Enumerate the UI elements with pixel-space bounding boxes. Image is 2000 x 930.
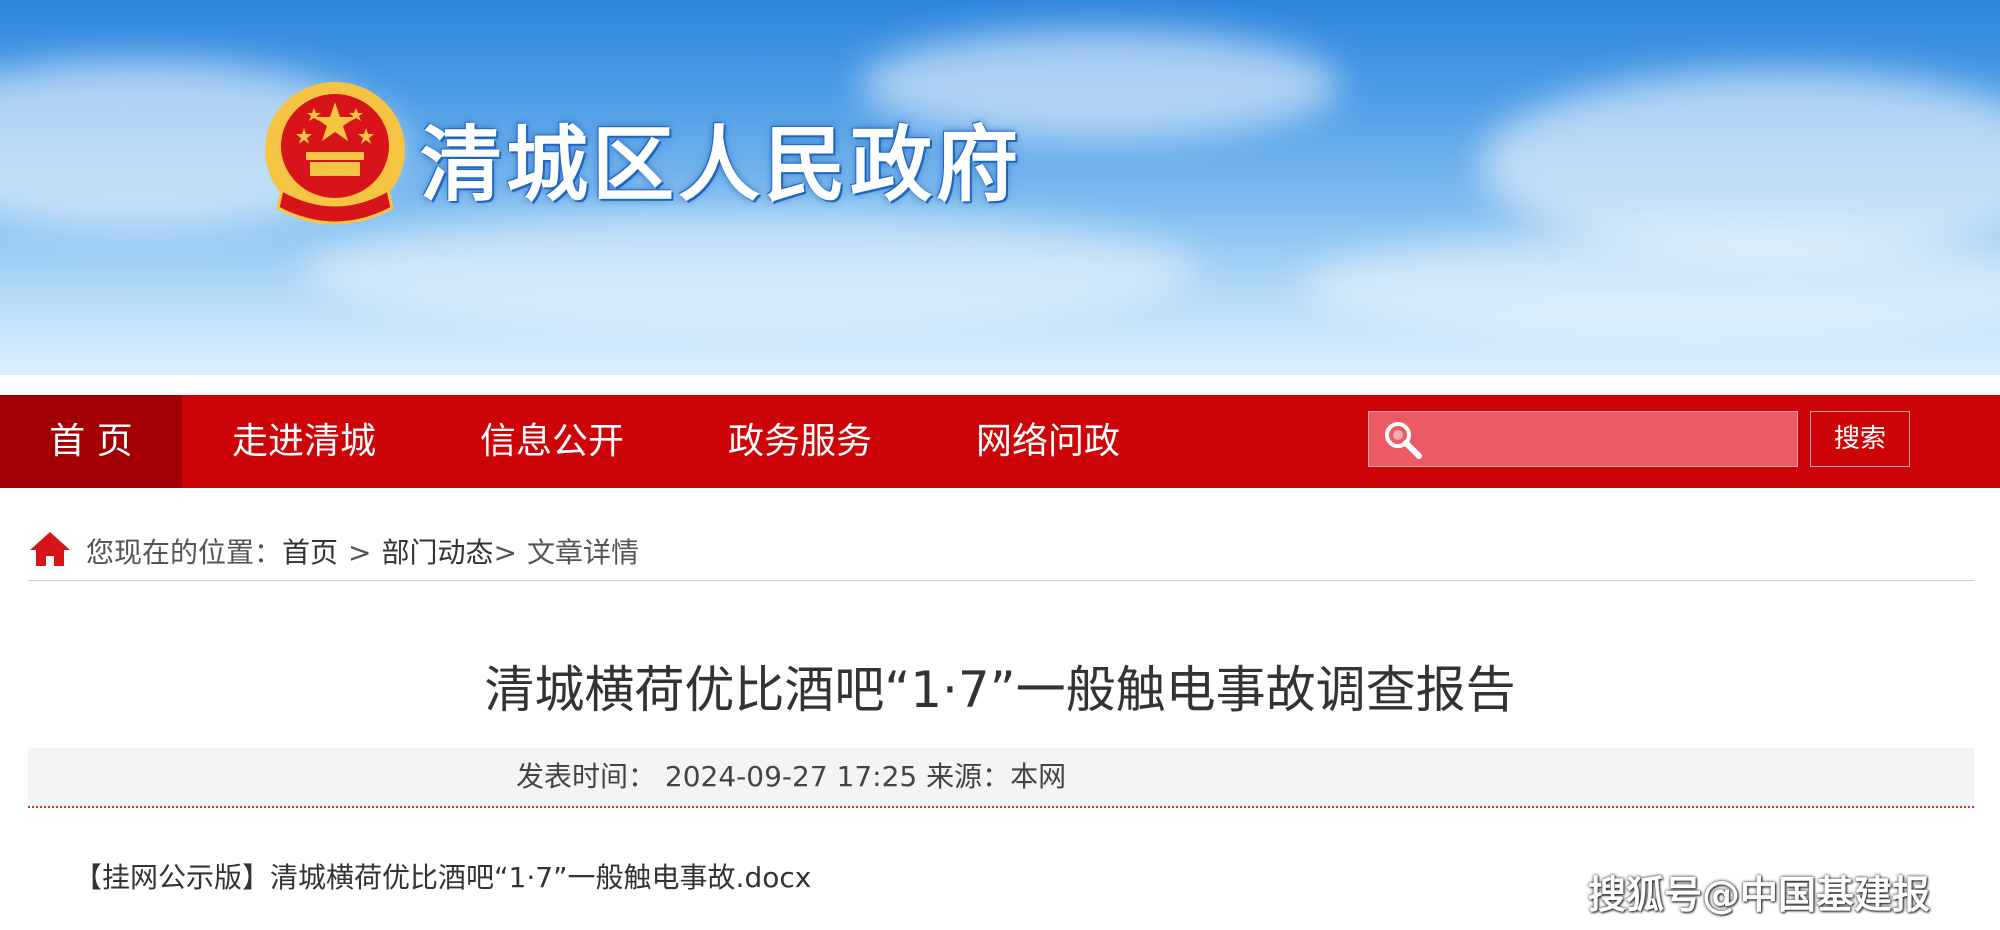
breadcrumb-prefix: 您现在的位置： [86,536,283,569]
nav-item-home[interactable]: 首 页 [0,395,182,488]
meta-divider [28,806,1974,808]
watermark: 搜狐号@中国基建报 [1588,873,1931,917]
header-banner: 清城区人民政府 [0,0,2000,375]
banner-spacer [0,375,2000,395]
publish-time-value: 2024-09-27 17:25 [664,760,918,793]
article-meta: 发表时间： 2024-09-27 17:25 来源：本网 [516,748,1066,806]
breadcrumb-current-page: 文章详情 [526,536,639,569]
cloud-decoration [300,210,1200,330]
breadcrumb-link-home[interactable]: 首页 [282,536,338,569]
article-title: 清城横荷优比酒吧“1·7”一般触电事故调查报告 [484,661,1516,719]
home-icon [30,532,70,566]
site-title: 清城区人民政府 [420,118,1023,213]
national-emblem-icon [265,82,405,225]
attachment-link[interactable]: 【挂网公示版】清城横荷优比酒吧“1·7”一般触电事故.docx [74,856,811,896]
breadcrumb: 您现在的位置：首页 > 部门动态> 文章详情 [86,530,639,574]
cloud-decoration [1300,230,2000,340]
breadcrumb-separator: > [493,536,517,569]
source-value: 本网 [1010,760,1067,793]
search-box [1368,411,1798,467]
publish-time-label: 发表时间： [516,760,657,793]
nav-item-about-qingcheng[interactable]: 走进清城 [232,395,376,488]
breadcrumb-separator: > [348,536,372,569]
main-navigation: 首 页 走进清城 信息公开 政务服务 网络问政 搜索 [0,395,2000,488]
search-icon [1385,422,1422,459]
article-meta-bar: 发表时间： 2024-09-27 17:25 来源：本网 [28,748,1974,806]
search-button[interactable]: 搜索 [1810,411,1910,467]
breadcrumb-link-department-news[interactable]: 部门动态 [382,536,494,569]
search-input[interactable] [1433,418,1787,462]
breadcrumb-divider [28,580,1974,581]
source-label: 来源： [926,760,1011,793]
nav-item-information-disclosure[interactable]: 信息公开 [480,395,624,488]
nav-item-online-inquiry[interactable]: 网络问政 [976,395,1120,488]
nav-item-government-services[interactable]: 政务服务 [728,395,872,488]
